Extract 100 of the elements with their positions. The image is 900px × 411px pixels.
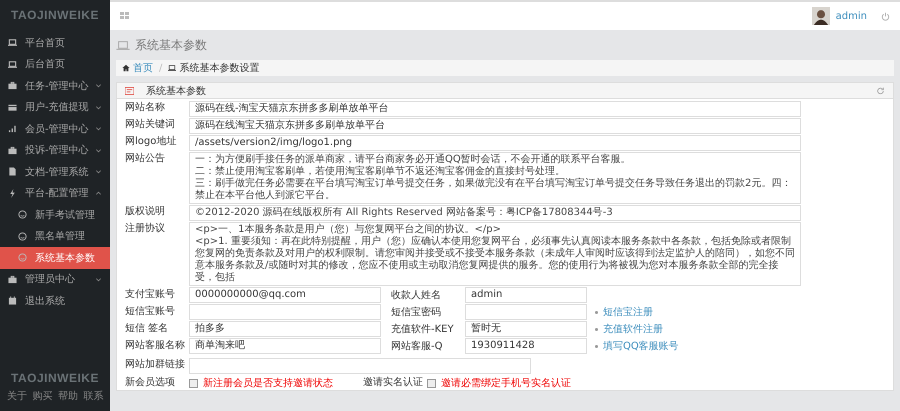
sidebar-logo: TAOJINWEIKE — [10, 7, 100, 24]
text-line: ©2012-2020 源码在线版权所有 All Rights Reserved 网站备案号：粤ICP备17808344号-3 — [195, 207, 614, 219]
bullet-icon — [595, 310, 598, 314]
chevron-icon — [95, 82, 102, 90]
field-label: 邀请实名认证 — [363, 376, 424, 390]
menu-icon[interactable] — [120, 12, 130, 20]
smiley-icon — [18, 232, 27, 241]
footer-link[interactable]: 购买 — [32, 389, 52, 403]
field-label: 短信宝账号 — [125, 305, 176, 319]
sidebar-subitem[interactable]: 系统基本参数 — [0, 247, 110, 268]
signal-icon — [8, 124, 17, 134]
field-label: 网站客服-Q — [391, 340, 444, 353]
input-field[interactable]: 商单淘来吧 — [189, 338, 381, 354]
field-label: 充值软件-KEY — [391, 322, 455, 336]
input-field[interactable]: 源码在线淘宝天猫京东拼多多刷单放单平台 — [189, 118, 801, 134]
card-icon — [8, 102, 17, 112]
input-field[interactable]: 1930911428 — [465, 338, 587, 354]
laptop-icon — [168, 64, 176, 72]
input-field[interactable] — [465, 304, 587, 320]
field-label: 短信 签名 — [125, 322, 170, 336]
sidebar-item[interactable]: 任务-管理中心 — [0, 75, 110, 96]
user-link[interactable]: admin — [836, 10, 867, 22]
option-note: 邀请必需绑定手机号实名认证 — [441, 376, 571, 390]
text-line: <p>一、1本服务条款是用户（您）与您复网平台之间的协议。</p> — [195, 224, 502, 236]
breadcrumb-current: 系统基本参数设置 — [179, 62, 260, 75]
text-area[interactable]: 一：为方便刷手接任务的派单商家，请平台商家务必开通QQ暂时会话，不会开通的联系平台客服。 二：禁止使用淘宝客刷单，若使用淘宝客刷单节不返还淘宝客佣金的直接封号处理。 三：刷手做完任务必需要在平台填写淘宝订单号提交任务，如果做完没有在平台填写淘宝订单号提交任务导致任务退出的罚款2元。四：禁止在本平台他人到派它平台。 — [189, 152, 801, 204]
checkbox[interactable] — [427, 378, 436, 388]
register-link[interactable]: 短信宝注册 — [603, 305, 653, 319]
laptop-icon — [116, 40, 130, 50]
chevron-icon — [95, 168, 102, 176]
avatar-icon[interactable] — [812, 7, 830, 25]
page-title: 系统基本参数 — [135, 36, 207, 54]
sidebar-item[interactable]: 会员-管理中心 — [0, 118, 110, 140]
footer-logo: TAOJINWEIKE — [10, 371, 100, 387]
footer-link[interactable]: 帮助 — [58, 389, 78, 403]
checkbox[interactable] — [189, 378, 198, 388]
footer-link[interactable]: 联系 — [83, 389, 104, 403]
field-label: 注册协议 — [125, 222, 166, 236]
bullet-icon — [595, 344, 598, 348]
chevron-icon — [95, 125, 102, 132]
field-label: 网站客服名称 — [125, 339, 186, 353]
input-field[interactable] — [189, 304, 381, 320]
sidebar-item[interactable]: 管理员中心 — [0, 268, 110, 290]
bolt-icon — [8, 188, 17, 198]
smiley-icon — [18, 210, 27, 220]
power-icon[interactable] — [881, 12, 890, 20]
field-label: 网站关键词 — [125, 118, 176, 132]
field-label: 网logo地址 — [125, 135, 178, 149]
field-label: 短信宝密码 — [391, 306, 442, 319]
bullet-icon — [595, 328, 598, 330]
register-link[interactable]: 填写QQ客服账号 — [603, 339, 679, 353]
input-field[interactable]: 0000000000@qq.com — [189, 287, 381, 303]
laptop-icon — [8, 60, 17, 69]
register-link[interactable]: 充值软件注册 — [603, 322, 663, 336]
sidebar-item[interactable]: 平台首页 — [0, 32, 110, 54]
input-field[interactable]: 暂时无 — [465, 321, 587, 337]
chevron-icon — [95, 190, 102, 197]
chevron-icon — [95, 146, 102, 154]
sidebar-subitem[interactable]: 新手考试管理 — [0, 204, 110, 226]
text-line: 二：禁止使用淘宝客刷单，若使用淘宝客刷单节不返还淘宝客佣金的直接封号处理。 — [195, 166, 566, 178]
text-area[interactable] — [189, 222, 801, 286]
briefcase-icon — [8, 146, 17, 155]
sidebar-item[interactable]: 用户-充值提现 — [0, 96, 110, 118]
panel-title: 系统基本参数 — [146, 84, 206, 98]
sidebar-item[interactable]: 后台首页 — [0, 54, 110, 75]
input-field[interactable]: /assets/version2/img/logo1.png — [189, 135, 801, 151]
text-line: 一：为方便刷手接任务的派单商家，请平台商家务必开通QQ暂时会话，不会开通的联系平台客服。 — [195, 154, 632, 166]
field-label: 收款人姓名 — [391, 289, 442, 302]
file-icon — [8, 167, 17, 176]
field-label: 网站加群链接 — [125, 358, 186, 372]
field-label: 网站名称 — [125, 101, 166, 115]
field-label: 版权说明 — [125, 205, 166, 219]
field-label: 新会员选项 — [125, 376, 176, 390]
input-field[interactable]: 拍多多 — [189, 321, 381, 337]
list-icon — [125, 86, 134, 94]
sidebar-item[interactable]: 投诉-管理中心 — [0, 140, 110, 161]
sidebar-item[interactable]: 文档-管理系统 — [0, 161, 110, 182]
refresh-icon[interactable] — [876, 86, 885, 94]
home-icon — [122, 64, 130, 72]
text-area[interactable]: ©2012-2020 源码在线版权所有 All Rights Reserved 网站备案号：粤ICP备17808344号-3 — [189, 205, 801, 221]
laptop-icon — [8, 38, 17, 48]
calendar-icon — [8, 296, 17, 306]
input-field[interactable]: admin — [465, 287, 587, 303]
text-line: 三：刷手做完任务必需要在平台填写淘宝订单号提交任务，如果做完没有在平台填写淘宝订单号提交任务导致任务退出的罚款2元。四：禁止在本平台他人到派它平台。 — [195, 178, 792, 202]
breadcrumb-separator: / — [159, 62, 162, 74]
chevron-icon — [95, 276, 102, 283]
input-field[interactable] — [189, 358, 531, 374]
text-line: <p>1. 重要须知：再在此特别提醒，用户（您）应确认本使用您复网平台，必须事先认真阅读本服务条款中各条款，包括免除或者限制您复网的免责条款及对用户的权利限制。请您审阅并接受或不接受本服务条款（未成年人审阅时应该得到法定监护人的陪同），如您不同意本服务条款及/或随时对其的修改，您应不使用或主动取消您复网提供的服务。您的使用行为将被视为您对本服务条款全部的完全接受，包括 — [195, 236, 795, 284]
field-label: 网站公告 — [125, 152, 166, 166]
footer-link[interactable]: 关于 — [6, 389, 27, 403]
field-label: 支付宝账号 — [125, 288, 176, 302]
briefcase-icon — [8, 274, 17, 284]
sidebar-subitem[interactable]: 黑名单管理 — [0, 226, 110, 247]
chevron-icon — [95, 104, 102, 111]
option-note: 新注册会员是否支持邀请状态 — [203, 376, 333, 390]
sidebar-item[interactable]: 退出系统 — [0, 290, 110, 312]
briefcase-icon — [8, 81, 17, 90]
smiley-icon — [18, 253, 27, 262]
input-field[interactable]: 源码在线-淘宝天猫京东拼多多刷单放单平台 — [189, 101, 801, 117]
sidebar-item[interactable]: 平台-配置管理 — [0, 182, 110, 204]
